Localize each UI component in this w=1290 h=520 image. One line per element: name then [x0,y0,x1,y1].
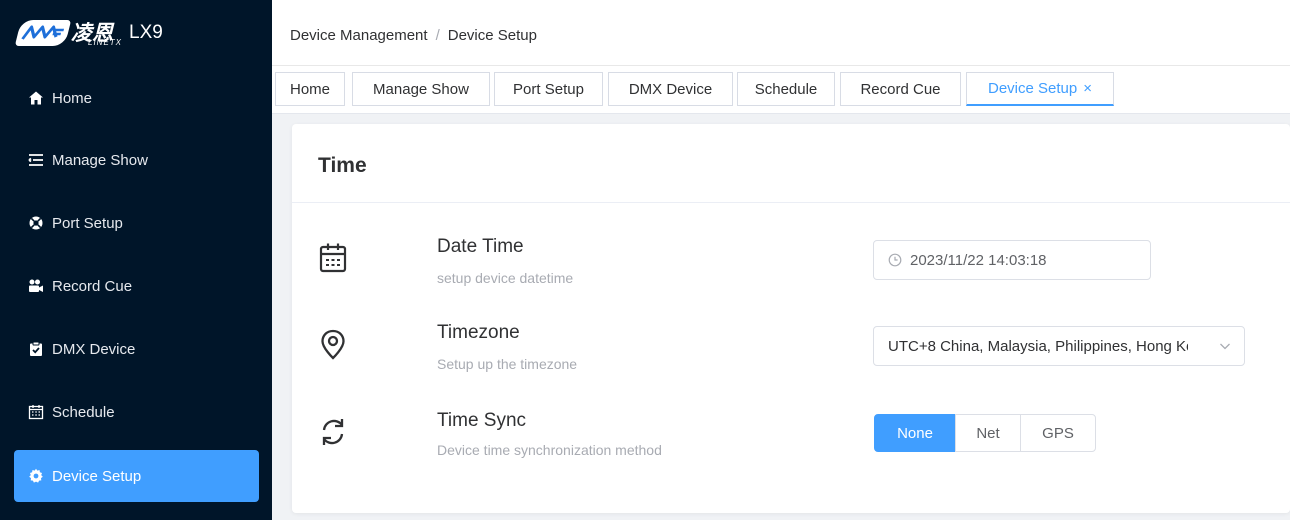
breadcrumb-item-device-management[interactable]: Device Management [290,27,428,44]
clock-icon [888,253,902,267]
timezone-select[interactable]: UTC+8 China, Malaysia, Philippines, Hong… [873,326,1245,366]
option-label: Net [976,424,1000,442]
breadcrumb-separator: / [435,27,440,44]
sidebar-item-label: Schedule [52,403,115,421]
tab-bar: Home Manage Show Port Setup DMX Device S… [272,66,1290,114]
sidebar-item-label: Manage Show [52,151,148,169]
timesync-option-none[interactable]: None [874,414,956,452]
sidebar: 凌恩 LINETX LX9 Home Manage Show Port Setu… [0,0,272,520]
tab-device-setup[interactable]: Device Setup × [966,72,1114,106]
sidebar-item-label: DMX Device [52,340,136,358]
logo-sub-text: LINETX [88,38,123,47]
lifebuoy-icon [29,216,43,230]
gear-icon [29,468,43,483]
tab-label: Port Setup [513,80,584,98]
datetime-value: 2023/11/22 14:03:18 [910,251,1047,269]
time-settings-card: Time Date Time setup device datetime 202… [292,124,1290,513]
tab-manage-show[interactable]: Manage Show [352,72,490,106]
timesync-radio-group: None Net GPS [874,414,1096,452]
timesync-option-net[interactable]: Net [955,414,1021,452]
datetime-description: setup device datetime [437,270,574,286]
tab-port-setup[interactable]: Port Setup [494,72,603,106]
tab-schedule[interactable]: Schedule [737,72,835,106]
option-label: None [897,424,933,442]
tab-label: DMX Device [628,80,713,98]
datetime-picker[interactable]: 2023/11/22 14:03:18 [873,240,1151,280]
option-label: GPS [1042,424,1074,442]
section-title: Time [318,154,367,177]
clipboard-check-icon [30,341,42,356]
app-logo[interactable]: 凌恩 LINETX LX9 [0,0,272,66]
close-icon[interactable]: × [1083,80,1092,97]
sidebar-item-dmx-device[interactable]: DMX Device [14,323,259,375]
sync-icon [322,419,344,445]
tab-dmx-device[interactable]: DMX Device [608,72,733,106]
tab-label: Home [289,80,330,98]
tab-label: Manage Show [373,80,469,98]
timezone-title: Timezone [437,322,520,343]
tab-label: Device Setup [988,80,1078,97]
calendar-icon [319,243,347,273]
location-pin-icon [321,329,345,360]
breadcrumb: Device Management / Device Setup [290,27,537,44]
timesync-title: Time Sync [437,410,527,431]
datetime-title: Date Time [437,236,524,257]
top-header: Device Management / Device Setup [272,0,1290,66]
timezone-value: UTC+8 China, Malaysia, Philippines, Hong… [888,337,1188,355]
sidebar-item-label: Home [52,89,93,107]
sidebar-item-label: Record Cue [52,277,133,295]
timezone-description: Setup up the timezone [437,356,578,372]
sidebar-item-schedule[interactable]: Schedule [14,386,259,438]
tab-home[interactable]: Home [275,72,345,106]
timesync-description: Device time synchronization method [437,442,662,458]
tab-record-cue[interactable]: Record Cue [840,72,961,106]
chevron-down-icon [1220,343,1230,350]
calendar-icon [28,405,44,420]
divider [292,202,1290,203]
tab-label: Record Cue [860,80,941,98]
app-title: LX9 [129,22,163,43]
sidebar-item-label: Port Setup [52,214,123,232]
sidebar-item-port-setup[interactable]: Port Setup [14,197,259,249]
sidebar-item-manage-show[interactable]: Manage Show [14,134,259,186]
sidebar-item-device-setup[interactable]: Device Setup [14,450,259,502]
list-icon [28,154,43,166]
camera-icon [29,279,43,292]
home-icon [29,91,43,105]
breadcrumb-item-device-setup: Device Setup [447,27,537,44]
sidebar-item-label: Device Setup [52,467,142,485]
sidebar-item-record-cue[interactable]: Record Cue [14,260,259,312]
timesync-option-gps[interactable]: GPS [1020,414,1096,452]
sidebar-item-home[interactable]: Home [14,72,259,124]
tab-label: Schedule [754,80,818,98]
